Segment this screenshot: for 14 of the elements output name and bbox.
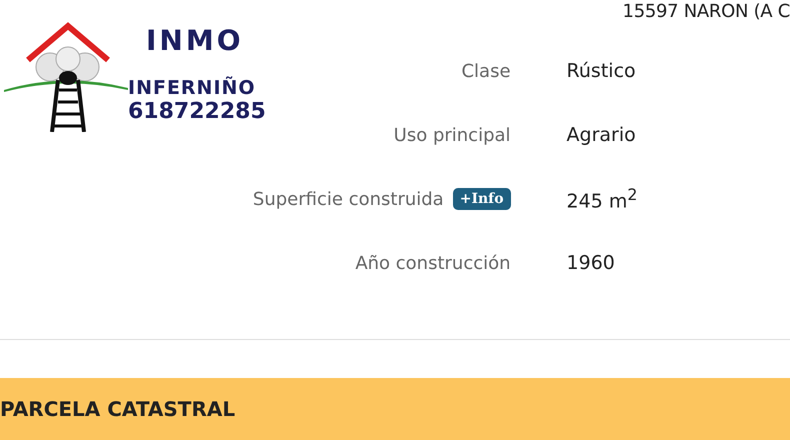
logo-name: INFERNIÑO bbox=[128, 77, 257, 99]
field-value: Agrario bbox=[566, 124, 636, 146]
info-button[interactable]: +Info bbox=[452, 188, 511, 210]
field-label: Clase bbox=[461, 60, 511, 82]
field-value: Rústico bbox=[566, 60, 636, 82]
field-label: Uso principal bbox=[394, 124, 511, 146]
field-label: Año construcción bbox=[355, 252, 511, 274]
address-value: 15597 NARON (A C bbox=[622, 0, 790, 22]
phone-number: 618722285 bbox=[128, 99, 266, 124]
field-value: 245 m$^{2}$ bbox=[566, 185, 638, 213]
field-value: 1960 bbox=[566, 252, 615, 274]
section-title: PARCELA CATASTRAL bbox=[0, 397, 236, 421]
field-label: Superficie construida bbox=[252, 188, 444, 210]
logo-title: INMO bbox=[146, 24, 245, 57]
